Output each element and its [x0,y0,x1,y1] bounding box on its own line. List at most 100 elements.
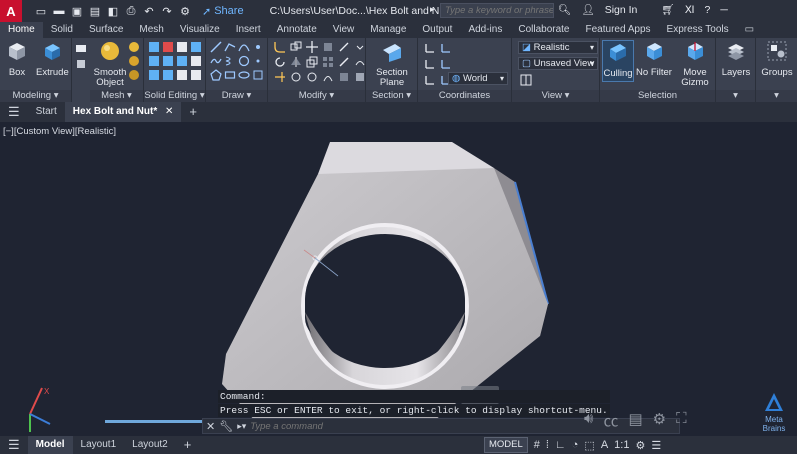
ribbon-tab-collaborate[interactable]: Collaborate [510,22,577,38]
chamfer-edge-icon[interactable] [176,69,188,81]
scale-icon[interactable] [306,56,318,68]
scale-value[interactable]: 1:1 [614,439,629,451]
offset-icon[interactable] [354,56,366,68]
draw-more-icon[interactable] [252,41,264,53]
save-icon[interactable]: ▣ [70,4,84,18]
ribbon-tab-annotate[interactable]: Annotate [269,22,325,38]
smooth-object-button[interactable]: Smooth Object [92,40,128,88]
open-folder-icon[interactable]: ▬ [52,4,66,18]
fillet-edge-icon[interactable] [162,69,174,81]
ucs-icon[interactable] [424,42,436,54]
groups-button[interactable]: Groups [759,40,795,78]
snap-icon[interactable]: ⁞ [546,439,549,451]
subtract-icon[interactable] [162,41,174,53]
osnap-icon[interactable]: ⬚ [584,439,594,452]
ribbon-tab-view[interactable]: View [325,22,363,38]
ribbon-tab-add-ins[interactable]: Add-ins [460,22,510,38]
helix-icon[interactable] [224,55,236,67]
autodesk-account-icon[interactable]: Ⅺ [685,4,695,16]
ribbon-tab-solid[interactable]: Solid [43,22,81,38]
erase-icon[interactable] [338,56,350,68]
break-icon[interactable] [306,71,318,83]
ribbon-tab-featured-apps[interactable]: Featured Apps [578,22,659,38]
new-tab-plus-icon[interactable]: + [181,102,205,122]
thicken-icon[interactable] [162,55,174,67]
customization-icon[interactable]: ☰ [651,439,661,452]
modify-dropdown-icon[interactable] [354,41,366,53]
mirror-icon[interactable] [290,56,302,68]
mesh-refine-icon[interactable] [128,55,140,67]
ribbon-tab-visualize[interactable]: Visualize [172,22,228,38]
rectangle-icon[interactable] [224,69,236,81]
line-icon[interactable] [210,41,222,53]
intersect-icon[interactable] [176,41,188,53]
layout-tab-model[interactable]: Model [27,436,73,454]
cart-icon[interactable]: 🛒︎ [661,3,674,16]
ribbon-minimize-icon[interactable]: ▭ [737,22,762,38]
help-icon[interactable]: ? [705,4,711,16]
fullscreen-icon[interactable]: ⛶ [676,410,687,431]
ribbon-tab-home[interactable]: Home [0,22,43,38]
polar-icon[interactable]: ◔ [572,439,579,451]
redo-icon[interactable]: ↷ [160,4,174,18]
status-menu-icon[interactable]: ☰ [0,436,28,454]
mesh-crease-icon[interactable] [128,69,140,81]
array-icon[interactable] [322,56,334,68]
slice-icon[interactable] [148,55,160,67]
ribbon-tab-insert[interactable]: Insert [228,22,269,38]
ellipse-icon[interactable] [238,69,250,81]
layout-tab-layout2[interactable]: Layout2 [124,436,176,454]
user-icon[interactable]: 👤︎ [581,3,594,16]
ucs-dropdown[interactable]: ◍ World ▾ [448,72,508,85]
presspull-icon[interactable] [75,58,87,70]
search-input[interactable] [440,3,554,18]
captions-icon[interactable]: ㏄ [603,410,618,431]
new-file-icon[interactable]: ▭ [34,4,48,18]
model-space-toggle[interactable]: MODEL [484,437,528,453]
settings-gear-icon[interactable]: ⚙ [653,410,666,431]
shell-icon[interactable] [148,69,160,81]
panel-label-mesh[interactable]: Mesh ▾ [90,90,143,102]
ribbon-tab-express-tools[interactable]: Express Tools [659,22,737,38]
named-view-dropdown[interactable]: ▢ Unsaved View ▾ [518,57,598,70]
fillet-icon[interactable] [274,41,286,53]
panel-label-modeling[interactable]: Modeling ▾ [0,90,71,102]
annotation-scale-icon[interactable]: A [601,439,608,451]
mesh-sphere-icon[interactable] [128,41,140,53]
panel-label-modify[interactable]: Modify ▾ [268,90,365,102]
panel-label-groups[interactable]: ▾ [756,90,797,102]
stretch-icon[interactable] [322,41,334,53]
explode-icon[interactable] [290,71,302,83]
panel-label-section[interactable]: Section ▾ [366,90,417,102]
interfere-icon[interactable] [190,41,202,53]
polyline-icon[interactable] [224,41,236,53]
extract-edges-icon[interactable] [176,55,188,67]
panel-label-layers[interactable]: ▾ [716,90,755,102]
workspace-switch-icon[interactable]: ⚙ [635,439,645,452]
layout-tab-layout1[interactable]: Layout1 [73,436,125,454]
ribbon-tab-manage[interactable]: Manage [362,22,414,38]
undo-icon[interactable]: ↶ [142,4,156,18]
rotate-icon[interactable] [274,56,286,68]
drawing-viewport[interactable]: [−][Custom View][Realistic] X Meta Brain… [0,122,797,436]
ribbon-tab-surface[interactable]: Surface [81,22,131,38]
extend-icon[interactable] [338,41,350,53]
trim-icon[interactable] [274,71,286,83]
ortho-icon[interactable]: ∟ [555,439,566,451]
search-icon[interactable]: 🔍︎ [558,3,571,16]
hamburger-menu-icon[interactable]: ☰ [0,102,28,122]
move-gizmo-button[interactable]: Move Gizmo [678,40,712,88]
share-button[interactable]: ➚ Share [202,5,244,18]
panel-label-draw[interactable]: Draw ▾ [206,90,267,102]
offset-edge-icon[interactable] [190,69,202,81]
add-layout-icon[interactable]: + [176,436,200,454]
ribbon-tab-output[interactable]: Output [414,22,460,38]
polygon-icon[interactable] [210,69,222,81]
ucs-named-icon[interactable] [440,42,452,54]
panel-label-coordinates[interactable]: Coordinates [418,90,511,102]
move-icon[interactable] [306,41,318,53]
close-tab-icon[interactable]: ✕ [165,106,173,117]
viewport-config-icon[interactable] [520,74,532,86]
file-tab-active[interactable]: Hex Bolt and Nut* ✕ [64,102,182,122]
no-filter-button[interactable]: No Filter [636,40,672,78]
